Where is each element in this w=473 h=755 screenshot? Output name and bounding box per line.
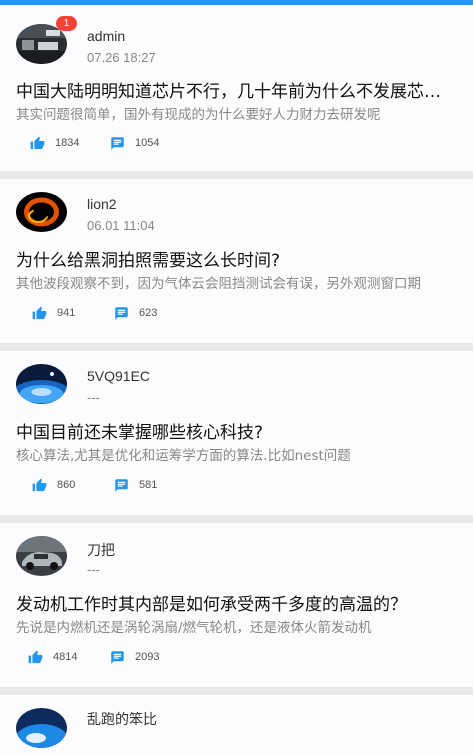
like-count[interactable]: 1834 bbox=[30, 135, 79, 151]
comment-count[interactable]: 2093 bbox=[110, 649, 159, 665]
post-time: 07.26 18:27 bbox=[87, 50, 156, 65]
post-time: 06.01 11:04 bbox=[87, 218, 155, 233]
question-title[interactable]: 发动机工作时其内部是如何承受两千多度的高温的？ bbox=[16, 590, 457, 615]
user-avatar[interactable] bbox=[16, 536, 67, 576]
user-avatar[interactable] bbox=[16, 192, 67, 232]
post-time: --- bbox=[87, 562, 100, 577]
comment-count[interactable]: 581 bbox=[114, 477, 157, 493]
like-count[interactable]: 860 bbox=[32, 477, 75, 493]
comment-icon bbox=[115, 478, 128, 492]
question-title[interactable]: 为什么给黑洞拍照需要这么长时间? bbox=[16, 246, 457, 271]
comment-count-value: 2093 bbox=[135, 651, 160, 663]
answer-summary[interactable]: 核心算法,尤其是优化和运筹学方面的算法.比如nest问题 bbox=[16, 444, 445, 464]
comment-icon bbox=[111, 136, 124, 150]
thumbs-up-icon bbox=[32, 306, 47, 319]
user-avatar[interactable] bbox=[16, 708, 67, 748]
username[interactable]: admin bbox=[87, 28, 125, 44]
thumbs-up-icon bbox=[30, 136, 45, 149]
comment-count-value: 1054 bbox=[135, 137, 160, 149]
question-card[interactable]: lion2 06.01 11:04 为什么给黑洞拍照需要这么长时间? 其他波段观… bbox=[0, 179, 473, 343]
question-feed: 1 admin 07.26 18:27 中国大陆明明知道芯片不行，几十年前为什么… bbox=[0, 5, 473, 755]
like-count-value: 4814 bbox=[53, 651, 78, 663]
comment-count[interactable]: 1054 bbox=[110, 135, 159, 151]
post-time: --- bbox=[87, 390, 100, 405]
comment-count[interactable]: 623 bbox=[114, 305, 157, 321]
comment-count-value: 581 bbox=[139, 479, 158, 491]
question-card[interactable]: 5VQ91EC --- 中国目前还未掌握哪些核心科技? 核心算法,尤其是优化和运… bbox=[0, 351, 473, 515]
thumbs-up-icon bbox=[28, 650, 43, 663]
like-count-value: 941 bbox=[57, 307, 76, 319]
question-card[interactable]: 乱跑的笨比 bbox=[0, 695, 473, 755]
like-count[interactable]: 941 bbox=[32, 305, 75, 321]
thumbs-up-icon bbox=[32, 478, 47, 491]
question-title[interactable]: 中国大陆明明知道芯片不行，几十年前为什么不发展芯片产业？ bbox=[16, 77, 457, 102]
username[interactable]: 刀把 bbox=[87, 540, 115, 560]
username[interactable]: lion2 bbox=[87, 196, 117, 212]
comment-count-value: 623 bbox=[139, 307, 158, 319]
question-title[interactable]: 中国目前还未掌握哪些核心科技? bbox=[16, 418, 457, 443]
notification-badge: 1 bbox=[56, 16, 77, 31]
like-count-value: 1834 bbox=[55, 137, 80, 149]
answer-summary[interactable]: 其他波段观察不到，因为气体云会阻挡测试会有误，另外观测窗口期 bbox=[16, 272, 445, 292]
answer-summary[interactable]: 先说是内燃机还是涡轮涡扇/燃气轮机，还是液体火箭发动机 bbox=[16, 616, 445, 636]
like-count[interactable]: 4814 bbox=[28, 649, 77, 665]
comment-icon bbox=[115, 306, 128, 320]
username[interactable]: 5VQ91EC bbox=[87, 368, 150, 384]
question-card[interactable]: 刀把 --- 发动机工作时其内部是如何承受两千多度的高温的？ 先说是内燃机还是涡… bbox=[0, 523, 473, 687]
comment-icon bbox=[111, 650, 124, 664]
username[interactable]: 乱跑的笨比 bbox=[87, 709, 157, 729]
question-card[interactable]: 1 admin 07.26 18:27 中国大陆明明知道芯片不行，几十年前为什么… bbox=[0, 5, 473, 171]
answer-summary[interactable]: 其实问题很简单，国外有现成的为什么要好人力财力去研发呢 bbox=[16, 103, 445, 123]
like-count-value: 860 bbox=[57, 479, 76, 491]
user-avatar[interactable] bbox=[16, 364, 67, 404]
